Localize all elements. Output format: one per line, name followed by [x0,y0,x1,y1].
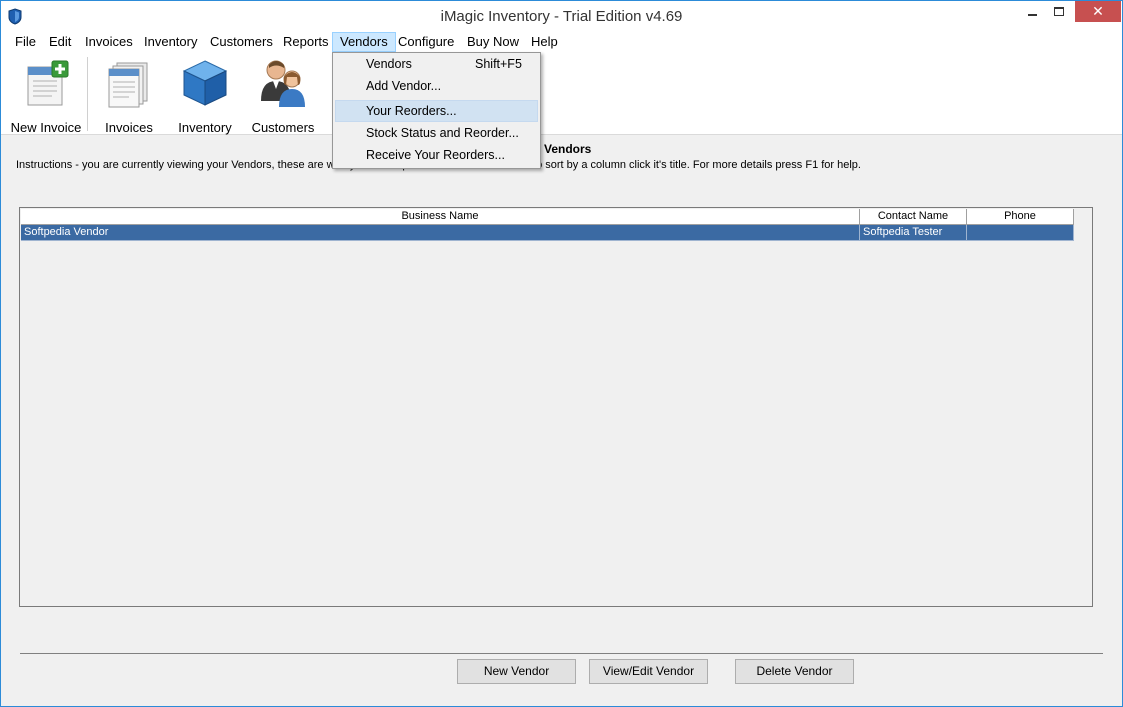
cell-contact-name: Softpedia Tester [860,225,967,241]
menu-item-stock-status[interactable]: Stock Status and Reorder... [335,122,538,144]
column-phone[interactable]: Phone [967,209,1074,225]
column-business-name[interactable]: Business Name [21,209,860,225]
column-contact-name[interactable]: Contact Name [860,209,967,225]
minimize-icon [1028,14,1037,16]
menu-customers[interactable]: Customers [203,32,280,52]
close-button[interactable]: ✕ [1075,1,1121,22]
vendors-dropdown-menu: Vendors Shift+F5 Add Vendor... Your Reor… [332,52,541,169]
menu-inventory[interactable]: Inventory [137,32,204,52]
toolbar-separator [87,57,88,131]
menu-buy-now[interactable]: Buy Now [460,32,526,52]
table-row[interactable]: Softpedia Vendor Softpedia Tester [21,225,1074,241]
new-invoice-button[interactable]: New Invoice [7,57,85,135]
minimize-button[interactable] [1019,1,1046,22]
maximize-button[interactable] [1046,1,1073,22]
menu-bar: File Edit Invoices Inventory Customers R… [1,32,1122,53]
menu-item-your-reorders[interactable]: Your Reorders... [335,100,538,122]
invoices-icon [108,62,148,108]
new-invoice-icon [27,60,69,106]
table-header: Business Name Contact Name Phone [21,209,1074,225]
menu-reports[interactable]: Reports [276,32,336,52]
title-bar: iMagic Inventory - Trial Edition v4.69 ✕ [1,1,1122,32]
window-title: iMagic Inventory - Trial Edition v4.69 [440,8,683,25]
inventory-box-icon [182,60,228,106]
invoices-label: Invoices [105,120,153,135]
menu-item-vendors-label: Vendors [366,57,412,71]
new-invoice-label: New Invoice [10,120,82,135]
customers-button[interactable]: Customers [246,57,320,135]
inventory-label: Inventory [178,120,232,135]
menu-file[interactable]: File [8,32,43,52]
new-vendor-button[interactable]: New Vendor [457,659,576,684]
menu-item-vendors[interactable]: Vendors Shift+F5 [335,53,538,75]
menu-item-add-vendor[interactable]: Add Vendor... [335,75,538,97]
menu-item-receive-reorders[interactable]: Receive Your Reorders... [335,144,538,166]
cell-phone [967,225,1074,241]
menu-edit[interactable]: Edit [42,32,78,52]
menu-item-vendors-shortcut: Shift+F5 [475,57,522,71]
app-window: iMagic Inventory - Trial Edition v4.69 ✕… [0,0,1123,707]
cell-business-name: Softpedia Vendor [21,225,860,241]
view-edit-vendor-button[interactable]: View/Edit Vendor [589,659,708,684]
vendors-table[interactable]: Business Name Contact Name Phone Softped… [19,207,1093,607]
menu-vendors[interactable]: Vendors [332,32,396,52]
customers-label: Customers [251,120,315,135]
maximize-icon [1054,7,1064,16]
menu-help[interactable]: Help [524,32,565,52]
customers-icon [261,60,305,107]
menu-invoices[interactable]: Invoices [78,32,140,52]
inventory-button[interactable]: Inventory [169,57,241,135]
menu-configure[interactable]: Configure [391,32,461,52]
delete-vendor-button[interactable]: Delete Vendor [735,659,854,684]
button-bar-divider [20,653,1103,654]
page-title: Vendors [544,142,592,156]
close-icon: ✕ [1092,3,1104,19]
invoices-button[interactable]: Invoices [93,57,165,135]
toolbar: New Invoice Invoices Inventory Customers [1,53,1122,135]
